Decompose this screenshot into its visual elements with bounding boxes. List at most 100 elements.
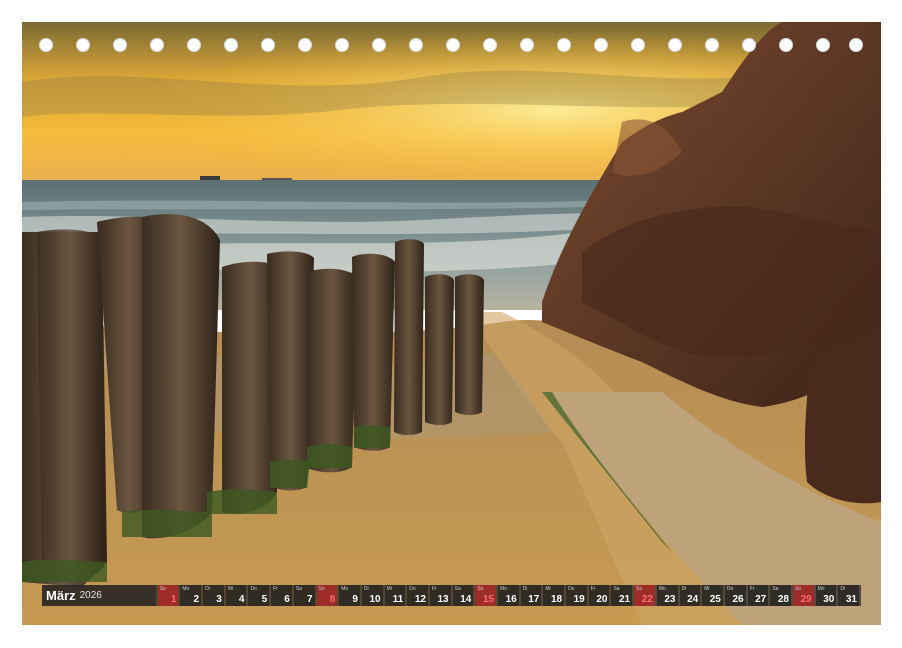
binding-hole: [520, 38, 534, 52]
binding-hole: [76, 38, 90, 52]
binding-hole: [335, 38, 349, 52]
day-number: 28: [777, 594, 789, 605]
weekday-label: So: [159, 586, 166, 592]
day-cell: Mi 4: [225, 585, 247, 606]
binding-hole: [705, 38, 719, 52]
weekday-label: Mo: [341, 586, 349, 592]
day-number: 29: [800, 594, 812, 605]
day-number: 8: [329, 594, 336, 605]
day-cell: Mo 2: [180, 585, 202, 606]
day-number: 14: [460, 594, 472, 605]
day-number: 19: [573, 594, 585, 605]
day-number: 9: [352, 594, 358, 605]
weekday-label: Do: [568, 586, 575, 592]
weekday-label: Do: [250, 586, 257, 592]
day-number: 13: [437, 594, 449, 605]
day-number: 21: [619, 594, 631, 605]
binding-hole: [372, 38, 386, 52]
binding-hole: [261, 38, 275, 52]
binding-hole: [631, 38, 645, 52]
day-cell: Sa 14: [452, 585, 474, 606]
weekday-label: Sa: [613, 586, 620, 592]
weekday-label: Mi: [545, 586, 551, 592]
weekday-label: Sa: [454, 586, 461, 592]
beach-photo: [22, 22, 881, 625]
binding-hole: [224, 38, 238, 52]
day-cell: Di 3: [203, 585, 224, 606]
day-cell: Di 31: [838, 585, 859, 606]
day-number: 18: [550, 594, 563, 605]
month-label: März 2026: [42, 585, 156, 606]
weekday-label: So: [318, 586, 325, 592]
day-number: 22: [641, 594, 653, 605]
weekday-label: Fr: [590, 586, 596, 592]
day-cells: So 1 Mo 2 Di 3 Mi 4 Do 5 Fr 6 Sa 7 So 8 Mo 9 Di 10 Mi 11 Do 12 F…: [157, 585, 861, 606]
day-cell: Sa 21: [611, 585, 633, 606]
day-cell: Do 19: [566, 585, 587, 606]
day-number: 24: [687, 594, 699, 605]
binding-hole: [39, 38, 53, 52]
binding-hole: [446, 38, 460, 52]
weekday-label: Fr: [749, 586, 755, 592]
weekday-label: Fr: [431, 586, 437, 592]
year-label: 2026: [79, 590, 102, 601]
binding-hole: [779, 38, 793, 52]
weekday-label: Do: [409, 586, 416, 592]
day-number: 27: [755, 594, 767, 605]
day-cell: So 8: [316, 585, 338, 606]
weekday-label: Do: [726, 586, 734, 592]
binding-hole: [187, 38, 201, 52]
day-cell: Mi 11: [384, 585, 406, 606]
day-number: 6: [284, 594, 290, 605]
day-cell: Mo 30: [815, 585, 837, 606]
binding-hole: [849, 38, 863, 52]
day-number: 20: [596, 594, 608, 605]
day-number: 1: [170, 594, 177, 605]
weekday-label: Sa: [295, 586, 302, 592]
day-cell: Mi 25: [702, 585, 723, 606]
day-number: 11: [392, 594, 404, 605]
weekday-label: So: [477, 586, 484, 592]
day-cell: So 15: [475, 585, 496, 606]
weekday-label: Mo: [817, 586, 825, 592]
weekday-label: Mo: [658, 586, 666, 592]
weekday-label: Di: [205, 586, 210, 592]
day-cell: Di 10: [361, 585, 383, 606]
binding-hole: [150, 38, 164, 52]
day-number: 25: [709, 594, 721, 605]
weekday-label: Di: [363, 586, 369, 592]
weekday-label: Mi: [227, 586, 234, 592]
calendar-bar: März 2026 So 1 Mo 2 Di 3 Mi 4 Do 5 Fr 6 Sa 7 So 8 Mo 9 Di 1…: [42, 585, 861, 606]
day-number: 15: [482, 594, 494, 605]
day-number: 4: [238, 594, 245, 605]
day-cell: Fr 6: [271, 585, 292, 606]
day-cell: So 1: [157, 585, 179, 606]
day-cell: Mo 23: [656, 585, 678, 606]
day-number: 2: [193, 594, 200, 605]
day-cell: Fr 20: [588, 585, 610, 606]
weekday-label: So: [794, 586, 802, 592]
binding-hole: [668, 38, 682, 52]
month-name: März: [46, 588, 76, 603]
day-number: 26: [732, 594, 744, 605]
weekday-label: Mi: [704, 586, 710, 592]
day-cell: Sa 7: [293, 585, 315, 606]
binding-hole: [483, 38, 497, 52]
weekday-label: So: [636, 586, 643, 592]
weekday-label: Di: [522, 586, 528, 592]
day-cell: So 22: [634, 585, 655, 606]
weekday-label: Sa: [772, 586, 779, 592]
weekday-label: Mo: [182, 586, 190, 592]
day-cell: Do 5: [248, 585, 270, 606]
day-number: 16: [505, 594, 517, 605]
day-cell: So 29: [792, 585, 814, 606]
binding-holes: [22, 38, 881, 58]
binding-hole: [113, 38, 127, 52]
weekday-label: Di: [681, 586, 687, 592]
day-cell: Sa 28: [770, 585, 791, 606]
weekday-label: Mo: [500, 586, 507, 592]
binding-hole: [816, 38, 830, 52]
day-number: 30: [823, 594, 835, 605]
weekday-label: Fr: [273, 586, 278, 592]
day-cell: Mo 16: [498, 585, 519, 606]
